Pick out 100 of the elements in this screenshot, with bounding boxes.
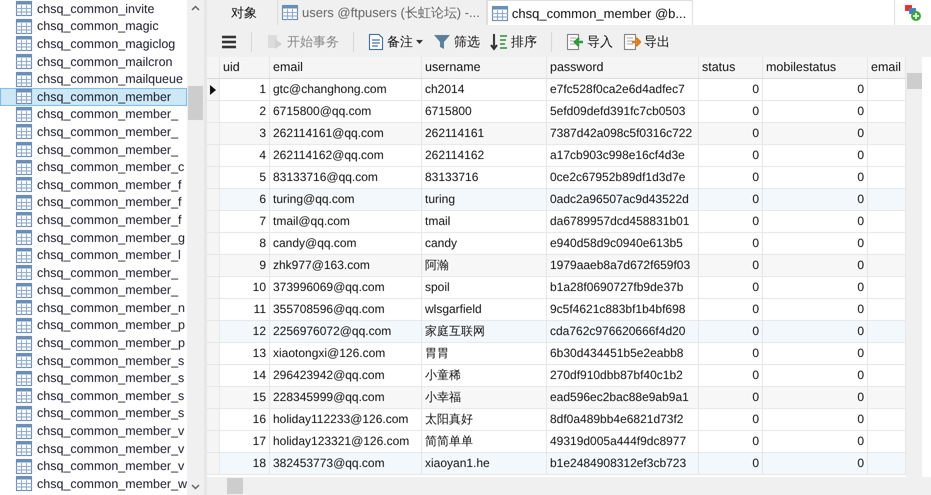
scrollbar[interactable]: [187, 0, 204, 495]
table-cell: 7: [220, 211, 270, 232]
row-header-cell[interactable]: [207, 321, 220, 342]
table-cell: 6715800: [422, 101, 547, 122]
table-cell: 0: [763, 167, 868, 188]
table-list-item[interactable]: chsq_common_member_: [0, 106, 187, 124]
table-list-item[interactable]: chsq_common_member_v: [0, 440, 187, 458]
row-header-cell[interactable]: [207, 167, 220, 188]
table-cell: 2: [220, 101, 270, 122]
row-header-cell[interactable]: [207, 233, 220, 254]
table-icon: [16, 388, 32, 404]
table-list-item[interactable]: chsq_common_mailqueue: [0, 70, 187, 88]
table-list-item[interactable]: chsq_common_member_v: [0, 457, 187, 476]
table-icon: [16, 230, 32, 246]
row-header-cell[interactable]: [207, 189, 220, 210]
comment-button[interactable]: 备注: [366, 31, 425, 53]
table-list-item[interactable]: chsq_common_member_f: [0, 176, 187, 194]
table-cell: a17cb903c998e16cf4d3e: [547, 145, 699, 166]
import-button[interactable]: 导入: [564, 31, 615, 53]
table-list-item[interactable]: chsq_common_member_p: [0, 334, 187, 352]
row-header-cell[interactable]: [207, 145, 220, 166]
table-list-item[interactable]: chsq_common_member_: [0, 140, 187, 158]
filter-button[interactable]: 筛选: [431, 31, 482, 53]
filter-icon: [433, 33, 451, 51]
table-cell: 11: [220, 299, 270, 320]
row-header-cell[interactable]: [207, 431, 220, 452]
table-cell: 胃胃: [422, 343, 547, 364]
scroll-up-icon[interactable]: [191, 5, 200, 11]
table-cell: e940d58d9c0940e613b5: [547, 233, 699, 254]
table-list-item[interactable]: chsq_common_magiclog: [0, 35, 187, 53]
row-header-cell[interactable]: [207, 409, 220, 430]
table-list-item[interactable]: chsq_common_member_c: [0, 158, 187, 176]
table-cell: 5: [220, 167, 270, 188]
row-header-cell[interactable]: [207, 343, 220, 364]
tab[interactable]: chsq_common_member @b...: [486, 0, 694, 25]
row-header-cell[interactable]: [207, 101, 220, 122]
table-cell: b1e2484908312ef3cb723: [547, 453, 699, 474]
scrollbar[interactable]: [207, 477, 931, 495]
export-button[interactable]: 导出: [621, 31, 672, 53]
caret-icon: [416, 40, 423, 44]
table-cell: 270df910dbb87bf40c1b2: [547, 365, 699, 386]
scroll-thumb[interactable]: [188, 86, 203, 120]
table-list-item[interactable]: chsq_common_member_w: [0, 475, 187, 493]
scroll-down-icon[interactable]: [191, 484, 200, 490]
table-list-item[interactable]: chsq_common_member_s: [0, 404, 187, 422]
scroll-thumb[interactable]: [906, 73, 922, 89]
table-list-item[interactable]: chsq_common_member_p: [0, 316, 187, 334]
table-cell: 13: [220, 343, 270, 364]
table-list-item[interactable]: chsq_common_member: [0, 88, 187, 106]
column-header[interactable]: username: [422, 57, 547, 78]
column-header[interactable]: email: [270, 57, 422, 78]
table-list-item[interactable]: chsq_common_member_l: [0, 246, 187, 264]
row-header-cell[interactable]: [207, 277, 220, 298]
table-cell: holiday112233@126.com: [270, 409, 422, 430]
table-icon: [16, 194, 32, 210]
table-cell: e7fc528f0ca2e6d4adfec7: [547, 79, 699, 100]
column-header[interactable]: mobilestatus: [763, 57, 868, 78]
table-cell: 0: [699, 189, 763, 210]
table-icon: [16, 142, 32, 158]
column-header[interactable]: status: [699, 57, 763, 78]
table-cell: holiday123321@126.com: [270, 431, 422, 452]
table-icon: [16, 353, 32, 368]
column-header[interactable]: uid: [220, 57, 270, 78]
table-list-item[interactable]: chsq_common_member_s: [0, 387, 187, 405]
table-list-item[interactable]: chsq_common_member_: [0, 282, 187, 300]
table-list-item[interactable]: chsq_common_member_: [0, 123, 187, 141]
table-list-item[interactable]: chsq_common_member_f: [0, 211, 187, 229]
table-cell: 228345999@qq.com: [270, 387, 422, 408]
row-header-cell[interactable]: [207, 79, 220, 100]
row-header-cell[interactable]: [207, 299, 220, 320]
table-list-item[interactable]: chsq_common_member_s: [0, 369, 187, 388]
table-list-item[interactable]: chsq_common_member_g: [0, 228, 187, 246]
tab[interactable]: 对象: [207, 0, 278, 25]
table-list-item[interactable]: chsq_common_member_: [0, 264, 187, 282]
menu-button[interactable]: [219, 33, 239, 51]
table-cell: zhk977@163.com: [270, 255, 422, 276]
table-cell: 0ce2c67952b89df1d3d7e: [547, 167, 699, 188]
table-cell: 0: [699, 233, 763, 254]
table-list-item[interactable]: chsq_common_invite: [0, 0, 187, 18]
table-cell: 0: [699, 409, 763, 430]
scroll-thumb[interactable]: [227, 478, 243, 494]
table-list-item[interactable]: chsq_common_member_n: [0, 299, 187, 317]
row-header-cell[interactable]: [207, 365, 220, 386]
new-tab-icon[interactable]: [904, 4, 922, 22]
sort-button[interactable]: 排序: [488, 31, 539, 53]
table-cell: 296423942@qq.com: [270, 365, 422, 386]
table-cell: 0: [699, 321, 763, 342]
table-list-item[interactable]: chsq_common_member_s: [0, 352, 187, 370]
table-cell: 0: [699, 453, 763, 474]
table-list-item[interactable]: chsq_common_member_v: [0, 422, 187, 440]
row-header-cell[interactable]: [207, 211, 220, 232]
row-header-cell[interactable]: [207, 453, 220, 474]
table-list-item[interactable]: chsq_common_mailcron: [0, 52, 187, 70]
table-cell: 0: [699, 211, 763, 232]
table-cell: 8df0a489bb4e6821d73f2: [547, 409, 699, 430]
column-header[interactable]: password: [547, 57, 699, 78]
table-cell: 9c5f4621c883bf1b4bf698: [547, 299, 699, 320]
tab[interactable]: users @ftpusers (长虹论坛) -...: [278, 0, 487, 25]
table-list-item[interactable]: chsq_common_magic: [0, 18, 187, 36]
table-list-item[interactable]: chsq_common_member_f: [0, 194, 187, 212]
